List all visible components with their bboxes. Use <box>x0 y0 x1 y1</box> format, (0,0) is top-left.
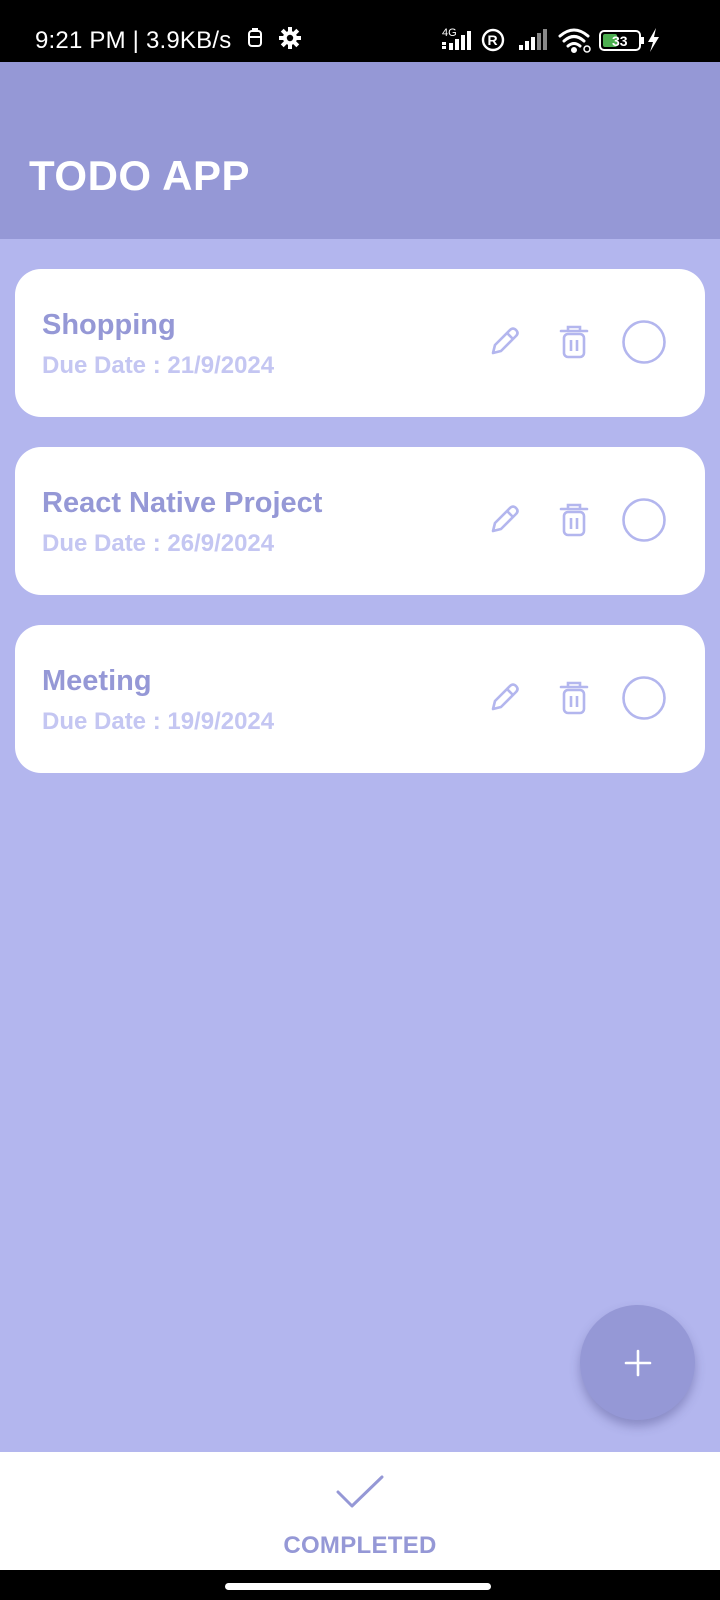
complete-toggle[interactable] <box>621 497 667 543</box>
pencil-icon <box>491 683 519 711</box>
page-title: TODO APP <box>29 152 251 199</box>
wifi-icon <box>558 28 591 53</box>
todo-due-date: Due Date : 26/9/2024 <box>42 530 275 557</box>
todo-card[interactable]: Shopping Due Date : 21/9/2024 <box>15 269 705 417</box>
todo-due-date: Due Date : 19/9/2024 <box>42 708 275 735</box>
network-label: 4G <box>442 27 457 39</box>
todo-card[interactable]: React Native Project Due Date : 26/9/202… <box>15 447 705 595</box>
trash-icon <box>559 325 589 359</box>
delete-button[interactable] <box>551 675 597 721</box>
home-indicator[interactable] <box>225 1583 491 1590</box>
bottom-tab-bar: COMPLETED <box>0 1452 720 1570</box>
add-todo-button[interactable] <box>580 1305 695 1420</box>
checkmark-icon <box>336 1475 384 1508</box>
charging-icon <box>648 28 659 52</box>
complete-toggle[interactable] <box>621 675 667 721</box>
todo-card[interactable]: Meeting Due Date : 19/9/2024 <box>15 625 705 773</box>
edit-button[interactable] <box>481 319 527 365</box>
pencil-icon <box>491 327 519 355</box>
status-left: 9:21 PM | 3.9KB/s <box>35 27 302 56</box>
status-time: 9:21 PM <box>35 27 126 54</box>
status-net-speed: 3.9KB/s <box>145 27 232 54</box>
gear-icon <box>279 27 302 56</box>
todo-list: Shopping Due Date : 21/9/2024 React Nati… <box>15 269 705 803</box>
circle-icon <box>622 320 666 364</box>
battery-level: 33 <box>612 33 628 49</box>
todo-title: React Native Project <box>42 487 323 519</box>
status-separator: | <box>125 27 146 54</box>
tab-completed[interactable]: COMPLETED <box>260 1452 460 1570</box>
todo-actions <box>481 497 667 543</box>
battery-icon: 33 <box>599 30 644 51</box>
complete-toggle[interactable] <box>621 319 667 365</box>
tab-completed-label: COMPLETED <box>283 1532 437 1559</box>
todo-actions <box>481 675 667 721</box>
todo-due-date: Due Date : 21/9/2024 <box>42 352 275 379</box>
system-nav-bar <box>0 1570 720 1600</box>
delete-button[interactable] <box>551 319 597 365</box>
todo-title: Meeting <box>42 665 152 697</box>
trash-icon <box>559 681 589 715</box>
status-bar: 9:21 PM | 3.9KB/s 4G R 33 <box>0 0 720 62</box>
sim-icon <box>246 27 264 56</box>
edit-button[interactable] <box>481 497 527 543</box>
status-right: 4G R 33 <box>440 24 690 54</box>
signal-4g-icon: 4G <box>442 27 471 50</box>
app-header: TODO APP <box>0 62 720 239</box>
circle-icon <box>622 676 666 720</box>
trash-icon <box>559 503 589 537</box>
registered-icon: R <box>481 28 505 52</box>
todo-actions <box>481 319 667 365</box>
pencil-icon <box>491 505 519 533</box>
todo-title: Shopping <box>42 309 176 341</box>
plus-icon <box>624 1349 651 1376</box>
delete-button[interactable] <box>551 497 597 543</box>
svg-text:R: R <box>488 32 498 48</box>
circle-icon <box>622 498 666 542</box>
edit-button[interactable] <box>481 675 527 721</box>
signal-icon <box>519 29 547 50</box>
